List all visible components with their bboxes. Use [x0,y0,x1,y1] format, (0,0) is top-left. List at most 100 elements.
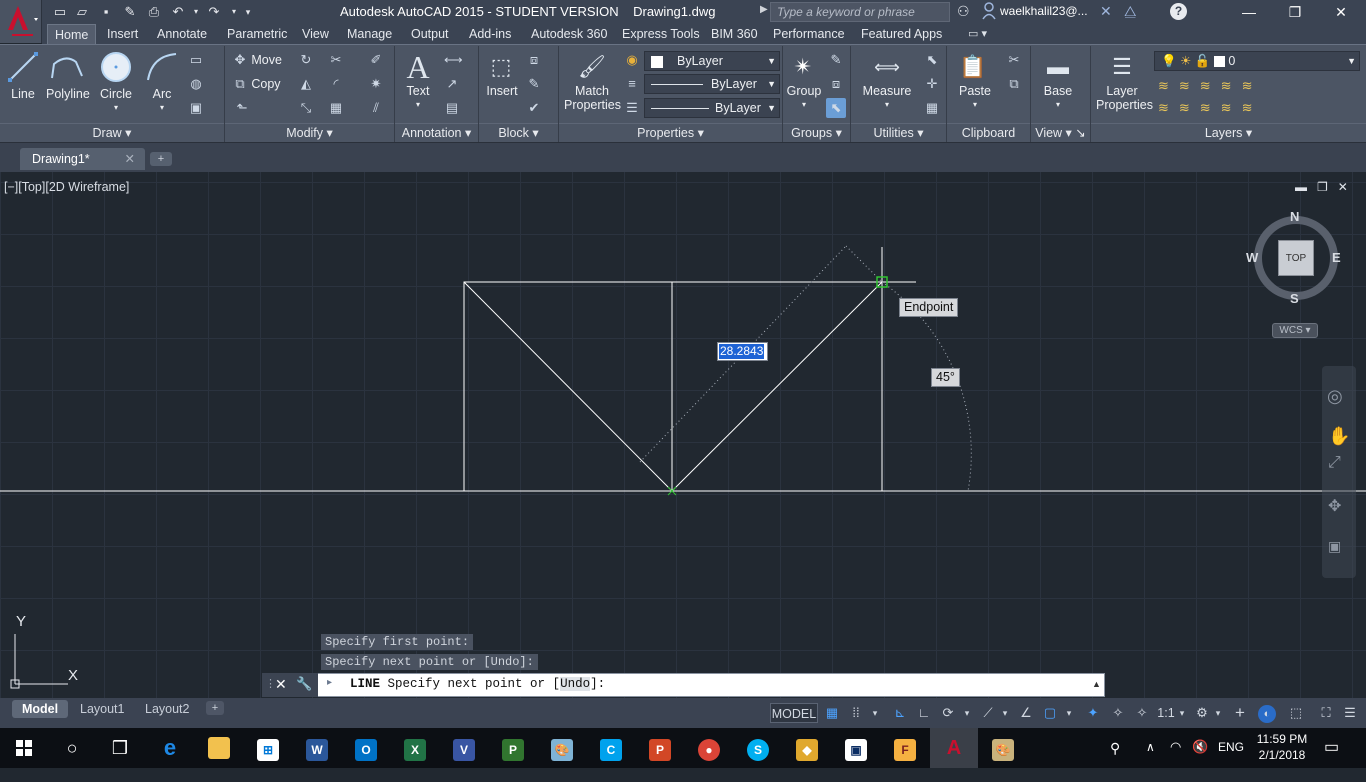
stretch-icon[interactable]: ⬑ [234,100,250,116]
taskbar-word[interactable]: W [293,728,341,768]
ribbon-minimize-icon[interactable]: ▭ ▾ [968,27,987,40]
undo-icon[interactable]: ↶ [170,4,186,20]
people-icon[interactable]: ⚲ [1110,740,1120,757]
arc-button[interactable]: Arc ▾ [144,50,180,115]
measure-button[interactable]: ⟺ Measure ▾ [860,50,914,112]
group-dropdown-icon[interactable]: ▾ [786,98,822,112]
hardware-acceleration-icon[interactable]: ◐ [1256,703,1278,723]
mirror-icon[interactable]: ◭ [298,76,314,92]
table-icon[interactable]: ▤ [444,100,460,116]
arc-dropdown-icon[interactable]: ▾ [144,101,180,115]
file-tab-drawing1[interactable]: Drawing1* ✕ [20,148,145,170]
annotation-monitor-icon[interactable]: + [1230,703,1250,723]
snap-icon[interactable]: ⁞⁞ [846,703,866,723]
polyline-button[interactable]: Polyline [46,50,90,101]
offset-icon[interactable]: ⫽ [368,100,384,116]
match-properties-button[interactable]: 🖌 Match Properties [564,50,621,112]
leader-icon[interactable]: ↗ [444,76,460,92]
volume-icon[interactable]: 🔇 [1192,739,1208,755]
undo-dropdown-icon[interactable]: ▾ [188,4,204,20]
taskbar-skype-business[interactable]: C [587,728,635,768]
open-icon[interactable]: ▱ [74,4,90,20]
draw-panel-footer[interactable]: Draw ▾ [0,123,224,142]
plot-icon[interactable]: ⎙ [146,4,162,20]
customize-qat-icon[interactable]: ▾ [240,4,256,20]
workspace-dropdown-icon[interactable]: ▾ [1212,703,1224,723]
command-history-toggle-icon[interactable]: ▲ [1092,679,1101,689]
cortana-icon[interactable]: ○ [48,728,96,768]
create-block-icon[interactable]: ⧈ [526,52,542,68]
start-button[interactable] [0,728,48,768]
copy-button[interactable]: ⧉ Copy [232,76,302,92]
taskbar-file-explorer[interactable] [195,728,243,768]
tab-output[interactable]: Output [404,24,456,44]
lineweight-dropdown[interactable]: ByLayer ▼ [644,98,780,118]
tab-add-ins[interactable]: Add-ins [462,24,518,44]
circle-button[interactable]: Circle ▾ [96,50,136,115]
tab-performance[interactable]: Performance [766,24,852,44]
taskbar-excel[interactable]: X [391,728,439,768]
length-input[interactable]: 28.2843 [717,342,768,361]
cut-icon[interactable]: ✂ [1006,52,1022,68]
base-dropdown-icon[interactable]: ▾ [1038,98,1078,112]
calculator-icon[interactable]: ▦ [924,100,940,116]
search-input[interactable]: Type a keyword or phrase [770,2,950,22]
groups-panel-footer[interactable]: Groups ▾ [783,123,850,142]
taskbar-visio[interactable]: V [440,728,488,768]
wifi-icon[interactable]: ◠ [1170,739,1181,755]
isodraft-icon[interactable]: ⟋ [978,703,998,723]
taskbar-edge[interactable]: e [146,728,194,768]
ungroup-icon[interactable]: ✎ [828,52,844,68]
annotation-visibility-icon[interactable]: ✦ [1082,703,1104,723]
taskbar-powerpoint[interactable]: P [636,728,684,768]
measure-dropdown-icon[interactable]: ▾ [860,98,914,112]
close-button[interactable]: ✕ [1318,0,1364,24]
object-snap-tracking-icon[interactable]: ∠ [1016,703,1036,723]
maximize-button[interactable]: ❐ [1272,0,1318,24]
utilities-panel-footer[interactable]: Utilities ▾ [851,123,946,142]
layout-tab-layout1[interactable]: Layout1 [70,700,134,718]
linetype-dropdown[interactable]: ByLayer ▼ [644,74,780,94]
group-button[interactable]: ✴ Group ▾ [786,50,822,112]
paste-dropdown-icon[interactable]: ▾ [956,98,994,112]
block-panel-footer[interactable]: Block ▾ [479,123,558,142]
taskbar-paint[interactable]: 🎨 [538,728,586,768]
id-point-icon[interactable]: ✛ [924,76,940,92]
steering-wheel-icon[interactable]: ◎ [1327,386,1343,407]
new-icon[interactable]: ▭ [52,4,68,20]
zoom-extents-icon[interactable]: ⤢ [1328,454,1341,472]
isodraft-dropdown-icon[interactable]: ▾ [998,703,1012,723]
command-close-icon[interactable]: ✕ [275,676,287,693]
rectangle-icon[interactable]: ▭ [188,52,204,68]
orbit-icon[interactable]: ✥ [1328,496,1341,516]
exchange-apps-icon[interactable]: ✕ [1100,3,1112,20]
circle-dropdown-icon[interactable]: ▾ [96,101,136,115]
taskbar-outlook[interactable]: O [342,728,390,768]
grid-icon[interactable]: ▦ [822,703,842,723]
compass-north[interactable]: N [1290,209,1299,224]
tab-home[interactable]: Home [47,24,97,44]
trim-icon[interactable]: ✂ [328,52,344,68]
view-panel-footer[interactable]: View ▾ ↘ [1031,123,1090,142]
polar-dropdown-icon[interactable]: ▾ [960,703,974,723]
viewport-restore-icon[interactable]: ❐ [1317,180,1328,194]
object-snap-dropdown-icon[interactable]: ▾ [1062,703,1076,723]
move-button[interactable]: ✥ Move [232,52,302,68]
rotate-icon[interactable]: ↻ [298,52,314,68]
taskbar-app-diamond[interactable]: ◆ [783,728,831,768]
autodesk-360-icon[interactable]: ⧋ [1124,3,1137,20]
action-center-icon[interactable]: ▭ [1324,737,1339,757]
binoculars-icon[interactable]: ⚇ [957,3,970,20]
explode-icon[interactable]: ✷ [368,76,384,92]
tab-view[interactable]: View [295,24,336,44]
scale-icon[interactable]: ⤡ [298,100,314,116]
command-customize-icon[interactable]: 🔧 [296,676,312,692]
task-view-icon[interactable]: ❒ [96,728,144,768]
compass-east[interactable]: E [1332,250,1341,265]
user-icon[interactable] [982,2,996,20]
tab-parametric[interactable]: Parametric [220,24,294,44]
close-tab-icon[interactable]: ✕ [125,148,135,170]
layer-tools-row-1[interactable]: ≋≋≋≋≋ [1158,78,1262,94]
layer-tools-row-2[interactable]: ≋≋≋≋≋ [1158,100,1262,116]
base-view-button[interactable]: ▬ Base ▾ [1038,50,1078,112]
